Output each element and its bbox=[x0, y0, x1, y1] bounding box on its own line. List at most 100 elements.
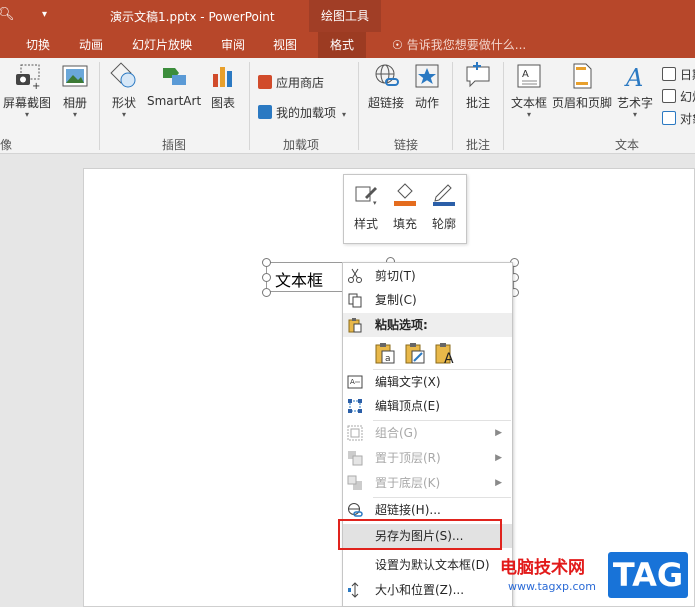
star-action-icon bbox=[415, 64, 439, 88]
my-addins-button[interactable]: 我的加载项 ▾ bbox=[258, 104, 346, 121]
outline-button[interactable]: 轮廓 bbox=[424, 181, 464, 232]
separator bbox=[358, 62, 359, 150]
tab-view[interactable]: 视图 bbox=[273, 32, 297, 58]
wordart-icon: A bbox=[624, 64, 643, 90]
tab-format[interactable]: 格式 bbox=[318, 32, 367, 58]
copy-label: 复制(C) bbox=[375, 293, 417, 307]
svg-text:a: a bbox=[385, 354, 391, 364]
menu-item-send-to-back: 置于底层(K) ▶ bbox=[343, 471, 512, 495]
textbox-button[interactable]: A 文本框 ▾ bbox=[510, 62, 548, 119]
svg-text:▾: ▾ bbox=[373, 199, 377, 207]
fill-button[interactable]: 填充 bbox=[385, 181, 425, 232]
images-group-label: 像 bbox=[0, 138, 13, 152]
paste-use-destination-icon[interactable]: a bbox=[373, 341, 397, 365]
highlight-annotation-box bbox=[338, 519, 502, 550]
submenu-arrow-icon: ▶ bbox=[495, 478, 502, 488]
drawing-tools-label: 绘图工具 bbox=[309, 0, 381, 32]
send-to-back-icon bbox=[347, 475, 362, 490]
hyperlink-label: 超链接 bbox=[367, 96, 404, 110]
paste-keep-formatting-icon[interactable] bbox=[403, 341, 427, 365]
wordart-label: 艺术字 bbox=[616, 96, 653, 110]
comment-button[interactable]: 批注 bbox=[462, 62, 494, 111]
magnifier-icon[interactable]: 🔍︎ bbox=[0, 7, 15, 22]
bring-to-front-label: 置于顶层(R) bbox=[375, 451, 441, 465]
wordart-button[interactable]: A 艺术字 ▾ bbox=[616, 62, 654, 119]
edit-text-label: 编辑文字(X) bbox=[375, 375, 441, 389]
header-footer-button[interactable]: 页眉和页脚 bbox=[552, 62, 612, 111]
menu-item-copy[interactable]: 复制(C) bbox=[343, 288, 512, 312]
shapes-icon bbox=[110, 62, 136, 88]
tab-slideshow[interactable]: 幻灯片放映 bbox=[132, 32, 192, 58]
chevron-down-icon: ▾ bbox=[526, 110, 531, 119]
object-icon bbox=[662, 111, 676, 125]
app-store-label: 应用商店 bbox=[276, 76, 325, 90]
menu-item-cut[interactable]: 剪切(T) bbox=[343, 264, 512, 288]
textbox-content: 文本框 bbox=[275, 271, 324, 290]
submenu-arrow-icon: ▶ bbox=[495, 453, 502, 463]
chart-button[interactable]: 图表 bbox=[208, 62, 238, 111]
hyperlink-button[interactable]: 超链接 bbox=[366, 62, 406, 111]
edit-points-icon bbox=[348, 399, 362, 413]
svg-text:A: A bbox=[444, 351, 454, 365]
smartart-button[interactable]: SmartArt bbox=[147, 62, 201, 108]
chart-label: 图表 bbox=[210, 96, 235, 110]
bar-chart-icon bbox=[213, 67, 232, 87]
object-button[interactable]: 对象 bbox=[662, 110, 695, 127]
menu-item-bring-to-front: 置于顶层(R) ▶ bbox=[343, 446, 512, 470]
ribbon: + 屏幕截图 ▾ 相册 ▾ 像 形状 ▾ SmartArt 图表 插图 应用商店… bbox=[0, 58, 695, 154]
resize-handle[interactable] bbox=[262, 288, 271, 297]
copy-icon bbox=[348, 293, 362, 308]
shapes-button[interactable]: 形状 ▾ bbox=[108, 62, 140, 119]
lightbulb-icon: ☉ bbox=[392, 38, 403, 52]
slide-number-button[interactable]: 幻灯 bbox=[662, 88, 695, 105]
group-icon bbox=[347, 425, 363, 441]
edit-text-icon: A bbox=[347, 375, 363, 389]
separator bbox=[452, 62, 453, 150]
size-position-icon bbox=[348, 582, 359, 598]
watermark-url: www.tagxp.com bbox=[508, 580, 596, 593]
fill-label: 填充 bbox=[392, 217, 417, 231]
group-label: 组合(G) bbox=[375, 426, 418, 440]
style-button[interactable]: ▾ 样式 bbox=[346, 181, 386, 232]
menu-item-size-position[interactable]: 大小和位置(Z)... bbox=[343, 578, 512, 602]
paste-text-only-icon[interactable]: A bbox=[433, 341, 457, 365]
app-store-button[interactable]: 应用商店 bbox=[258, 74, 324, 91]
paint-bucket-icon bbox=[394, 183, 416, 206]
screenshot-button[interactable]: + 屏幕截图 ▾ bbox=[0, 62, 54, 119]
menu-item-set-default-textbox[interactable]: 设置为默认文本框(D) bbox=[343, 553, 512, 577]
tell-me-search[interactable]: ☉ 告诉我您想要做什么... bbox=[392, 32, 526, 58]
shape-style-icon: ▾ bbox=[355, 186, 377, 207]
customize-quick-access-icon[interactable]: ▾ bbox=[42, 9, 47, 20]
outline-label: 轮廓 bbox=[431, 217, 456, 231]
style-label: 样式 bbox=[353, 217, 378, 231]
tab-transitions[interactable]: 切换 bbox=[26, 32, 50, 58]
calendar-icon bbox=[662, 67, 676, 81]
action-button[interactable]: 动作 bbox=[412, 62, 442, 111]
date-time-button[interactable]: 日期 bbox=[662, 66, 695, 83]
menu-item-edit-points[interactable]: 编辑顶点(E) bbox=[343, 394, 512, 418]
ribbon-tabs: 切换 动画 幻灯片放映 审阅 视图 格式 ☉ 告诉我您想要做什么... bbox=[0, 32, 695, 58]
pen-outline-icon bbox=[433, 184, 455, 206]
svg-text:A: A bbox=[522, 69, 529, 80]
resize-handle[interactable] bbox=[262, 273, 271, 282]
links-group-label: 链接 bbox=[394, 138, 419, 152]
album-button[interactable]: 相册 ▾ bbox=[60, 62, 90, 119]
separator bbox=[503, 62, 504, 150]
photo-album-icon bbox=[62, 65, 88, 87]
header-footer-label: 页眉和页脚 bbox=[552, 96, 613, 110]
paste-options-header: 粘贴选项: bbox=[343, 313, 512, 337]
text-group-label: 文本 bbox=[615, 138, 640, 152]
resize-handle[interactable] bbox=[262, 258, 271, 267]
tab-animations[interactable]: 动画 bbox=[79, 32, 103, 58]
chevron-down-icon: ▾ bbox=[72, 110, 77, 119]
separator bbox=[249, 62, 250, 150]
clipboard-icon bbox=[348, 318, 362, 333]
smartart-icon bbox=[163, 68, 186, 85]
context-menu: 剪切(T) 复制(C) 粘贴选项: a A A 编辑文字(X) 编辑顶点(E) … bbox=[342, 262, 513, 607]
tab-review[interactable]: 审阅 bbox=[221, 32, 245, 58]
menu-item-edit-text[interactable]: A 编辑文字(X) bbox=[343, 370, 512, 394]
watermark-tag-logo: TAG bbox=[608, 552, 688, 598]
textbox-label: 文本框 bbox=[510, 96, 547, 110]
chevron-down-icon: ▾ bbox=[24, 110, 29, 119]
slide-number-label: 幻灯 bbox=[680, 90, 695, 104]
